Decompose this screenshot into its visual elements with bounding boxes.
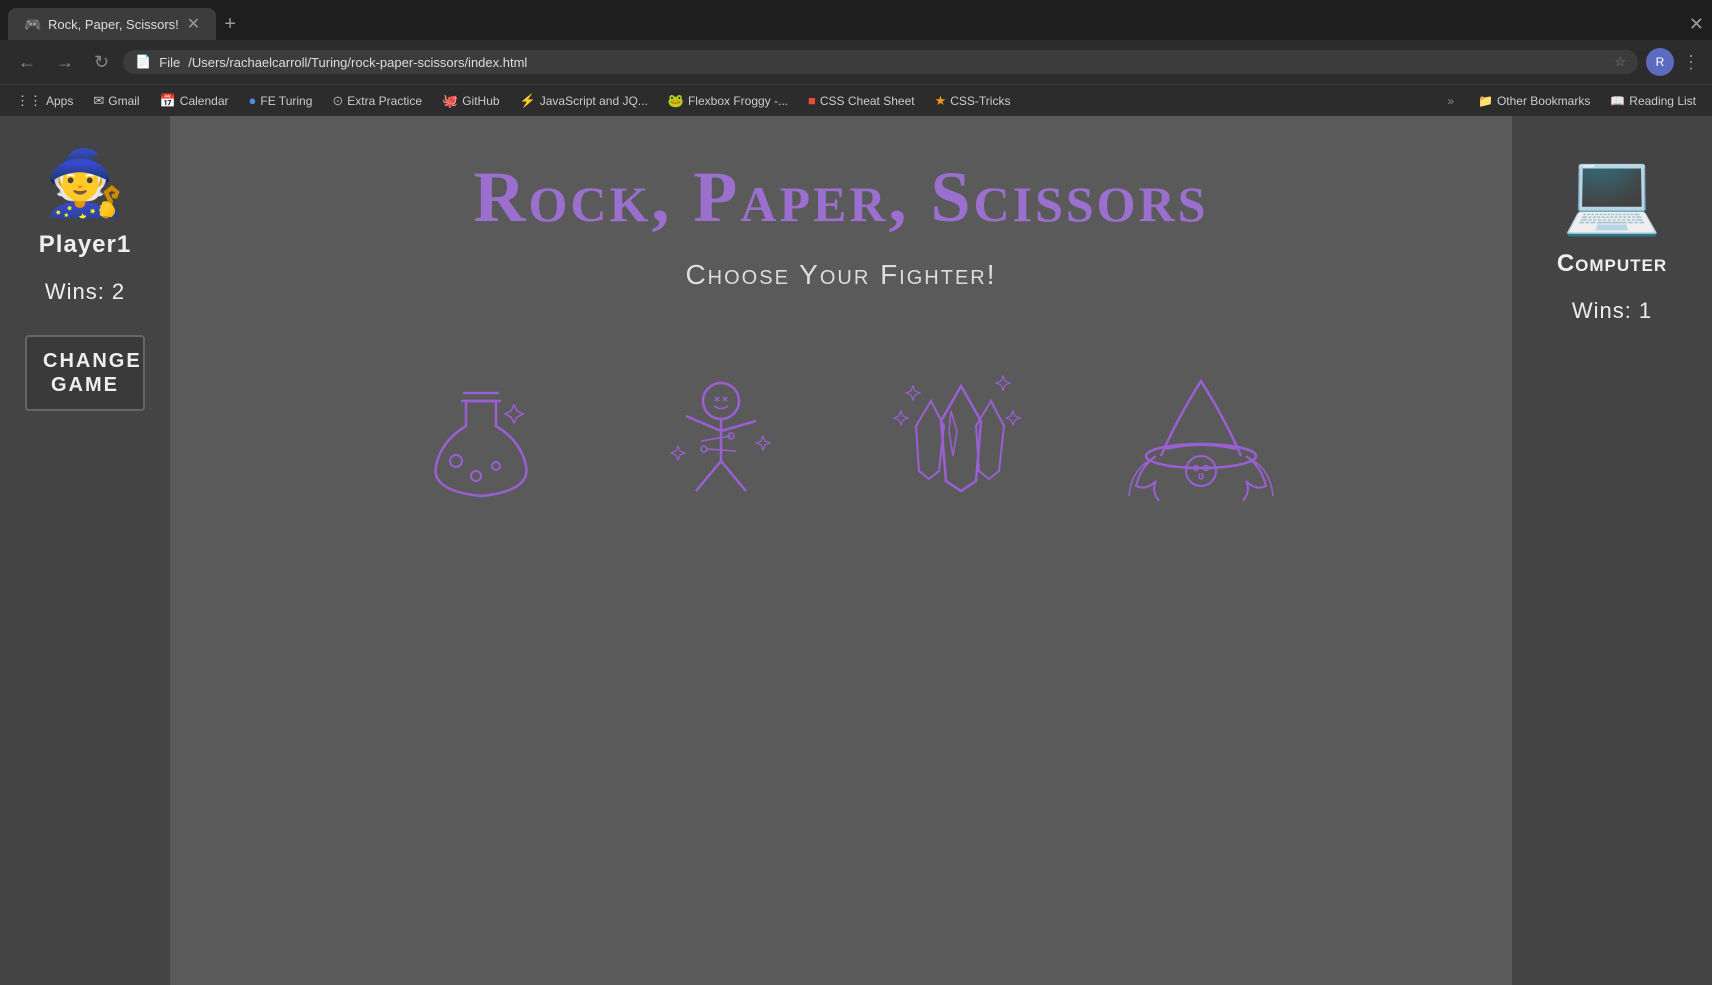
bookmark-extra-practice-label: Extra Practice [347,94,422,108]
gmail-icon: ✉ [93,93,104,109]
bookmark-apps[interactable]: ⋮⋮ Apps [12,91,77,111]
address-url[interactable]: /Users/rachaelcarroll/Turing/rock-paper-… [188,55,527,70]
change-game-button[interactable]: Change Game [25,335,145,411]
fighter-voodoo[interactable] [631,351,811,531]
back-button[interactable]: ← [12,48,42,77]
bookmark-gmail-label: Gmail [108,94,139,108]
css-cheat-icon: ■ [808,93,816,108]
other-bookmarks-label: Other Bookmarks [1497,94,1590,108]
bookmark-froggy-label: Flexbox Froggy -... [688,94,788,108]
profile-icon[interactable]: R [1646,48,1674,76]
fighter-potion[interactable] [391,351,571,531]
froggy-icon: 🐸 [668,93,684,109]
active-tab[interactable]: 🎮 Rock, Paper, Scissors! ✕ [8,8,216,40]
bookmark-calendar-label: Calendar [180,94,229,108]
bookmark-css-cheat[interactable]: ■ CSS Cheat Sheet [804,91,919,110]
tab-bar: 🎮 Rock, Paper, Scissors! ✕ + ✕ [0,0,1712,40]
menu-icon[interactable]: ⋮ [1682,52,1700,73]
reading-list-icon: 📖 [1610,94,1625,108]
choose-text: Choose Your Fighter! [685,259,996,291]
tab-favicon: 🎮 [24,16,40,32]
fighter-crystal[interactable] [871,351,1051,531]
extra-practice-icon: ⊙ [332,93,343,109]
bookmarks-more-button[interactable]: » [1447,94,1454,108]
bookmarks-right: 📁 Other Bookmarks 📖 Reading List [1474,92,1700,110]
right-sidebar: 💻 Computer Wins: 1 [1512,116,1712,985]
page-content: 🧙 Player1 Wins: 2 Change Game Rock, Pape… [0,116,1712,985]
bookmark-fe-turing-label: FE Turing [260,94,312,108]
computer-wins: Wins: 1 [1572,298,1652,324]
bookmark-star-icon[interactable]: ☆ [1614,54,1626,70]
bookmarks-bar: ⋮⋮ Apps ✉ Gmail 📅 Calendar ● FE Turing ⊙… [0,84,1712,116]
crystal-icon [881,361,1041,521]
css-tricks-icon: ★ [935,93,947,109]
github-icon: 🐙 [442,93,458,109]
address-file-label: File [159,55,180,70]
game-title: Rock, Paper, Scissors [473,156,1208,239]
other-bookmarks-icon: 📁 [1478,94,1493,108]
tab-end-icon: ✕ [1689,14,1704,35]
fighter-witch[interactable] [1111,351,1291,531]
address-actions: ☆ [1614,54,1626,70]
left-sidebar: 🧙 Player1 Wins: 2 Change Game [0,116,170,985]
reading-list-label: Reading List [1629,94,1696,108]
bookmark-fe-turing[interactable]: ● FE Turing [245,91,317,110]
bookmark-froggy[interactable]: 🐸 Flexbox Froggy -... [664,91,792,111]
bookmark-js[interactable]: ⚡ JavaScript and JQ... [516,91,652,111]
game-area: Rock, Paper, Scissors Choose Your Fighte… [170,116,1512,985]
calendar-icon: 📅 [160,93,176,109]
voodoo-icon [641,361,801,521]
new-tab-button[interactable]: + [216,9,244,40]
bookmark-apps-label: Apps [46,94,73,108]
address-bar[interactable]: 📄 File /Users/rachaelcarroll/Turing/rock… [123,50,1638,74]
fighters-container [391,351,1291,531]
tab-title: Rock, Paper, Scissors! [48,17,179,32]
bookmark-css-tricks-label: CSS-Tricks [950,94,1010,108]
address-file-icon: 📄 [135,54,151,70]
forward-button[interactable]: → [50,48,80,77]
computer-name: Computer [1557,250,1667,278]
browser-chrome: 🎮 Rock, Paper, Scissors! ✕ + ✕ ← → ↻ 📄 F… [0,0,1712,116]
player-name: Player1 [39,231,131,259]
bookmark-css-cheat-label: CSS Cheat Sheet [820,94,915,108]
potion-icon [401,361,561,521]
bookmark-github-label: GitHub [462,94,499,108]
apps-icon: ⋮⋮ [16,93,42,109]
witch-icon [1121,361,1281,521]
fe-turing-icon: ● [249,93,257,108]
bookmark-github[interactable]: 🐙 GitHub [438,91,504,111]
bookmark-js-label: JavaScript and JQ... [540,94,648,108]
computer-icon: 💻 [1562,146,1662,240]
bookmark-gmail[interactable]: ✉ Gmail [89,91,143,111]
player-avatar: 🧙 [45,146,125,221]
bookmark-reading[interactable]: 📖 Reading List [1606,92,1700,110]
js-icon: ⚡ [520,93,536,109]
reload-button[interactable]: ↻ [88,48,115,77]
player-wins: Wins: 2 [45,279,125,305]
bookmark-other[interactable]: 📁 Other Bookmarks [1474,92,1594,110]
bookmark-calendar[interactable]: 📅 Calendar [156,91,233,111]
tab-close-button[interactable]: ✕ [187,14,200,34]
nav-bar: ← → ↻ 📄 File /Users/rachaelcarroll/Turin… [0,40,1712,84]
bookmark-extra-practice[interactable]: ⊙ Extra Practice [328,91,426,111]
bookmark-css-tricks[interactable]: ★ CSS-Tricks [931,91,1015,111]
